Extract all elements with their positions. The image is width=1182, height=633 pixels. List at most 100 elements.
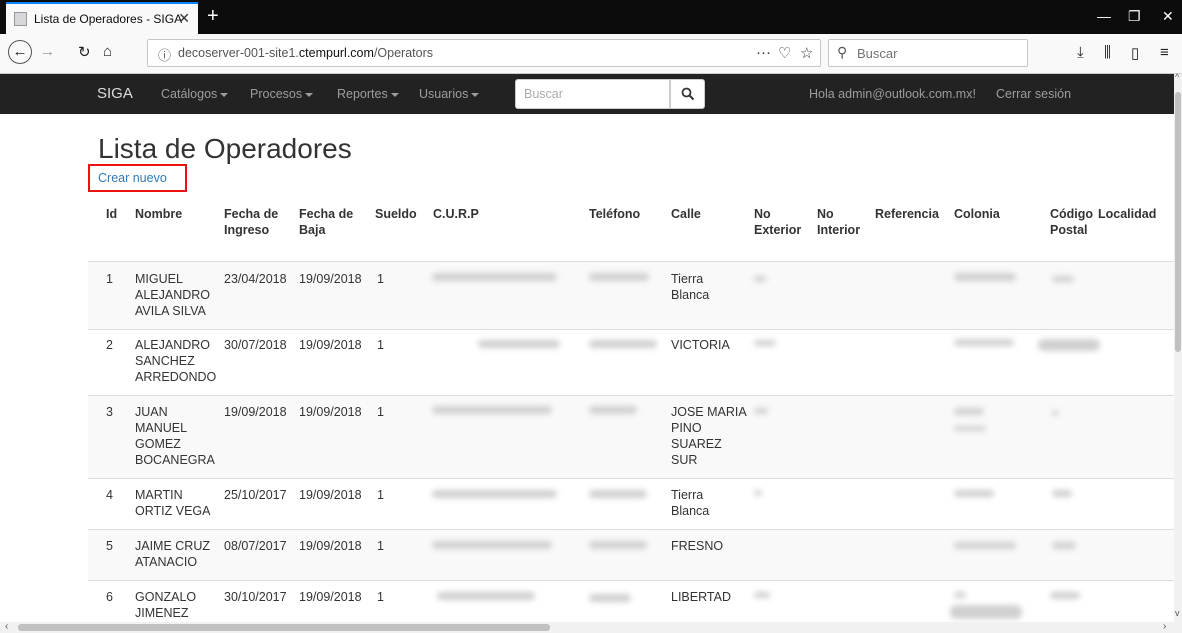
cell-sueldo: 1 — [377, 590, 384, 604]
cell-calle: LIBERTAD — [671, 590, 731, 604]
th-id: Id — [106, 207, 118, 221]
browser-toolbar: ← → ↻ ⌂ ⓘ decoserver-001-site1.ctempurl.… — [0, 34, 1182, 74]
create-new-link[interactable]: Crear nuevo — [98, 171, 167, 185]
cell-id: 6 — [106, 590, 113, 604]
redacted-codigo-postal — [1052, 542, 1076, 549]
cell-fecha-baja: 19/09/2018 — [299, 590, 362, 604]
redacted-curp — [432, 541, 552, 549]
browser-search-bar[interactable]: ⚲ Buscar — [828, 39, 1028, 67]
cell-fecha-baja: 19/09/2018 — [299, 405, 362, 419]
cell-sueldo: 1 — [377, 539, 384, 553]
back-arrow-icon[interactable]: ← — [8, 40, 32, 64]
page-title: Lista de Operadores — [98, 133, 352, 164]
redacted-telefono — [589, 541, 647, 549]
minimize-icon[interactable]: — — [1097, 8, 1111, 24]
library-icon[interactable]: ⫼ — [1104, 44, 1111, 61]
caret-down-icon — [390, 92, 399, 97]
cell-sueldo: 1 — [377, 272, 384, 286]
browser-search-placeholder: Buscar — [857, 46, 898, 61]
cell-fecha-ingreso: 19/09/2018 — [224, 405, 287, 419]
menu-hamburger-icon[interactable]: ≡ — [1160, 44, 1169, 61]
redacted-telefono — [589, 273, 649, 281]
th-no-interior: No Interior — [817, 207, 861, 237]
download-icon[interactable]: ⤓ — [1077, 44, 1084, 61]
th-calle: Calle — [671, 207, 701, 221]
menu-reportes[interactable]: Reportes — [337, 87, 399, 101]
logout-link[interactable]: Cerrar sesión — [996, 87, 1071, 101]
th-codigo-postal: Código Postal — [1050, 207, 1094, 237]
redacted-codigo-postal — [1052, 276, 1074, 282]
th-referencia: Referencia — [875, 207, 939, 221]
redacted-no-exterior — [754, 340, 776, 346]
sidebar-icon[interactable]: ▯ — [1131, 44, 1139, 62]
redacted-colonia — [954, 339, 1014, 346]
url-bar[interactable]: ⓘ decoserver-001-site1.ctempurl.com/Oper… — [147, 39, 821, 67]
home-icon[interactable]: ⌂ — [103, 43, 112, 60]
magnifier-icon — [681, 87, 695, 101]
site-search-input[interactable]: Buscar — [515, 79, 670, 109]
new-tab-button[interactable]: + — [207, 5, 219, 28]
cell-fecha-ingreso: 30/10/2017 — [224, 590, 287, 604]
bookmark-star-icon[interactable]: ☆ — [800, 44, 813, 62]
redacted-colonia — [954, 592, 966, 598]
horizontal-scroll-thumb[interactable] — [18, 624, 550, 631]
row-divider — [88, 329, 1174, 330]
scroll-right-icon[interactable]: › — [1163, 621, 1166, 632]
cell-calle: Tierra Blanca — [671, 272, 710, 302]
row-divider — [88, 529, 1174, 530]
forward-arrow-icon[interactable]: → — [40, 43, 55, 60]
redacted-telefono — [589, 406, 637, 414]
scroll-left-icon[interactable]: ‹ — [5, 621, 8, 632]
th-fecha-ingreso: Fecha de Ingreso — [224, 207, 279, 237]
menu-procesos[interactable]: Procesos — [250, 87, 314, 101]
cell-id: 2 — [106, 338, 113, 352]
vertical-scroll-thumb[interactable] — [1175, 92, 1181, 352]
search-icon: ⚲ — [837, 44, 848, 60]
redacted-curp — [478, 340, 560, 348]
redacted-codigo-postal — [1050, 592, 1080, 599]
cell-calle: JOSE MARIA PINO SUAREZ SUR — [671, 405, 747, 467]
th-colonia: Colonia — [954, 207, 1000, 221]
page-favicon-icon — [14, 12, 27, 26]
cell-fecha-baja: 19/09/2018 — [299, 272, 362, 286]
redacted-curp — [432, 406, 552, 414]
cell-id: 1 — [106, 272, 113, 286]
caret-down-icon — [220, 92, 229, 97]
redacted-curp — [437, 592, 535, 600]
caret-down-icon — [305, 92, 314, 97]
redacted-codigo-postal — [1052, 490, 1072, 497]
cell-fecha-ingreso: 23/04/2018 — [224, 272, 287, 286]
scroll-up-icon[interactable]: ^ — [1175, 72, 1179, 82]
menu-catalogos[interactable]: Catálogos — [161, 87, 229, 101]
site-search-button[interactable] — [670, 79, 705, 109]
cell-nombre: GONZALO JIMENEZ — [135, 590, 197, 620]
cell-id: 5 — [106, 539, 113, 553]
redacted-codigo-postal — [1038, 339, 1100, 351]
th-fecha-baja: Fecha de Baja — [299, 207, 354, 237]
brand-link[interactable]: SIGA — [97, 85, 133, 102]
reload-icon[interactable]: ↻ — [78, 43, 91, 61]
window-close-icon[interactable]: ✕ — [1162, 8, 1174, 25]
url-text: decoserver-001-site1.ctempurl.com/Operat… — [178, 46, 433, 60]
th-telefono: Teléfono — [589, 207, 641, 221]
redacted-curp — [432, 273, 557, 281]
cell-nombre: JUAN MANUEL GOMEZ BOCANEGRA — [135, 405, 215, 467]
browser-tab[interactable]: Lista de Operadores - SIGA ✕ — [6, 2, 198, 34]
cell-nombre: ALEJANDRO SANCHEZ ARREDONDO — [135, 338, 217, 384]
page-actions-icon[interactable]: ··· — [756, 44, 771, 61]
scroll-down-icon[interactable]: v — [1175, 608, 1180, 618]
cell-nombre: MARTIN ORTIZ VEGA — [135, 488, 211, 518]
cell-calle: VICTORIA — [671, 338, 730, 352]
cell-fecha-baja: 19/09/2018 — [299, 488, 362, 502]
close-tab-icon[interactable]: ✕ — [178, 10, 190, 27]
redacted-codigo-postal — [1052, 410, 1058, 416]
menu-usuarios[interactable]: Usuarios — [419, 87, 480, 101]
browser-tab-bar: Lista de Operadores - SIGA ✕ + — ❐ ✕ — [0, 0, 1182, 34]
cell-fecha-ingreso: 30/07/2018 — [224, 338, 287, 352]
redacted-telefono — [589, 490, 647, 498]
restore-icon[interactable]: ❐ — [1128, 8, 1141, 25]
pocket-icon[interactable]: ♡ — [778, 44, 791, 62]
greeting-link[interactable]: Hola admin@outlook.com.mx! — [809, 87, 976, 101]
site-info-icon[interactable]: ⓘ — [158, 45, 171, 64]
cell-calle: FRESNO — [671, 539, 724, 553]
